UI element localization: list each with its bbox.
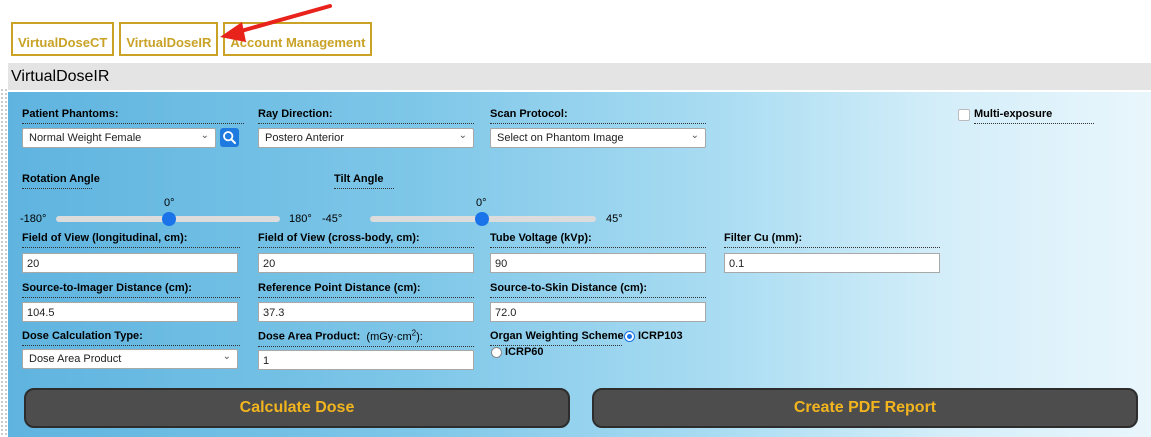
tilt-angle-label: Tilt Angle xyxy=(334,173,394,189)
reference-point-distance-input[interactable]: 37.3 xyxy=(258,302,474,322)
tube-voltage-label: Tube Voltage (kVp): xyxy=(490,232,706,248)
icrp60-label: ICRP60 xyxy=(505,346,544,358)
search-icon xyxy=(223,131,236,144)
dose-calc-type-value: Dose Area Product xyxy=(29,353,122,365)
ray-direction-select[interactable]: Postero Anterior ⌄ xyxy=(258,128,474,148)
fov-longitudinal-input[interactable]: 20 xyxy=(22,253,238,273)
tab-virtualdose-ir[interactable]: VirtualDoseIR xyxy=(119,22,219,56)
patient-phantoms-label: Patient Phantoms: xyxy=(22,108,244,124)
filter-cu-input[interactable]: 0.1 xyxy=(724,253,940,273)
scan-protocol-label: Scan Protocol: xyxy=(490,108,706,124)
chevron-down-icon: ⌄ xyxy=(222,351,231,362)
fov-cross-body-label: Field of View (cross-body, cm): xyxy=(258,232,474,248)
rotation-angle-label: Rotation Angle xyxy=(22,173,100,189)
phantom-search-button[interactable] xyxy=(220,128,239,147)
create-pdf-report-button[interactable]: Create PDF Report xyxy=(592,388,1138,428)
source-skin-distance-input[interactable]: 72.0 xyxy=(490,302,706,322)
chevron-down-icon: ⌄ xyxy=(200,130,209,141)
reference-point-distance-label: Reference Point Distance (cm): xyxy=(258,282,474,298)
dose-calc-type-label: Dose Calculation Type: xyxy=(22,330,240,346)
rotation-max-label: 180° xyxy=(289,213,312,225)
icrp103-label: ICRP103 xyxy=(638,330,683,342)
scan-protocol-value: Select on Phantom Image xyxy=(497,132,624,144)
rotation-min-label: -180° xyxy=(20,213,47,225)
source-imager-distance-input[interactable]: 104.5 xyxy=(22,302,238,322)
tilt-angle-value: 0° xyxy=(476,197,487,209)
ray-direction-value: Postero Anterior xyxy=(265,132,344,144)
rotation-angle-value: 0° xyxy=(164,197,175,209)
calculate-dose-button[interactable]: Calculate Dose xyxy=(24,388,570,428)
red-arrow-annotation xyxy=(220,4,332,42)
organ-weighting-label: Organ Weighting Scheme xyxy=(490,330,624,346)
dose-calc-type-select[interactable]: Dose Area Product ⌄ xyxy=(22,349,238,369)
scan-protocol-select[interactable]: Select on Phantom Image ⌄ xyxy=(490,128,706,148)
left-border-decoration xyxy=(0,88,8,437)
icrp60-radio[interactable] xyxy=(491,347,502,358)
tilt-slider-thumb[interactable] xyxy=(475,212,489,226)
source-skin-distance-label: Source-to-Skin Distance (cm): xyxy=(490,282,706,298)
dose-area-product-label: Dose Area Product: (mGy·cm2): xyxy=(258,328,474,347)
tab-virtualdose-ct[interactable]: VirtualDoseCT xyxy=(11,22,115,56)
fov-longitudinal-label: Field of View (longitudinal, cm): xyxy=(22,232,240,248)
tube-voltage-input[interactable]: 90 xyxy=(490,253,706,273)
ray-direction-label: Ray Direction: xyxy=(258,108,474,124)
page-title: VirtualDoseIR xyxy=(8,63,1151,90)
chevron-down-icon: ⌄ xyxy=(458,130,467,141)
icrp103-radio[interactable] xyxy=(624,331,635,342)
tilt-max-label: 45° xyxy=(606,213,623,225)
dose-area-product-unit: (mGy·cm2): xyxy=(366,328,423,343)
dose-form-panel: Patient Phantoms: Normal Weight Female ⌄… xyxy=(8,92,1151,437)
multi-exposure-label: Multi-exposure xyxy=(974,108,1094,124)
source-imager-distance-label: Source-to-Imager Distance (cm): xyxy=(22,282,240,298)
chevron-down-icon: ⌄ xyxy=(690,130,699,141)
dose-area-product-input[interactable]: 1 xyxy=(258,350,474,370)
filter-cu-label: Filter Cu (mm): xyxy=(724,232,940,248)
patient-phantoms-select[interactable]: Normal Weight Female ⌄ xyxy=(22,128,216,148)
patient-phantoms-value: Normal Weight Female xyxy=(29,132,142,144)
fov-cross-body-input[interactable]: 20 xyxy=(258,253,474,273)
tilt-min-label: -45° xyxy=(322,213,343,225)
multi-exposure-checkbox[interactable] xyxy=(958,109,970,121)
rotation-slider-thumb[interactable] xyxy=(162,212,176,226)
